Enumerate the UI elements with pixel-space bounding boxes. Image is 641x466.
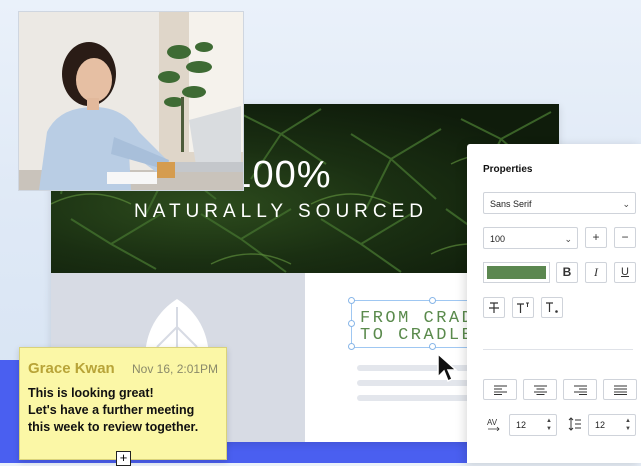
align-left-icon [494,385,507,395]
letter-spacing-icon: AV [487,418,500,431]
panel-divider [483,349,633,350]
hero-subline[interactable]: NATURALLY SOURCED [51,201,511,223]
letter-spacing-value: 12 [516,420,527,430]
note-line: this week to review together. [28,420,199,434]
add-note-button[interactable]: + [116,451,131,466]
user-photo[interactable] [18,11,244,191]
strikethrough-button[interactable] [483,297,505,318]
stepper-arrows-icon[interactable]: ▲ ▼ [546,417,552,433]
note-author: Grace Kwan [28,360,115,377]
align-justify-icon [614,385,627,395]
strikethrough-icon [489,302,499,313]
align-center-button[interactable] [523,379,557,400]
line-height-icon [568,417,581,431]
increase-size-button[interactable]: + [585,227,607,248]
font-family-value: Sans Serif [490,199,532,209]
align-justify-button[interactable] [603,379,637,400]
comment-sticky-note[interactable]: Grace Kwan Nov 16, 2:01PM This is lookin… [19,347,227,466]
stepper-arrows-icon[interactable]: ▲ ▼ [625,417,631,433]
selection-handle[interactable] [348,320,355,327]
subscript-icon [546,302,558,313]
note-body: This is looking great! Let's have a furt… [28,385,223,436]
letter-spacing-input[interactable]: 12 ▲ ▼ [509,414,557,436]
subscript-button[interactable] [541,297,563,318]
note-line: This is looking great! [28,386,154,400]
chevron-down-icon: ⌄ [564,234,572,244]
design-text-line: TO CRADLE [360,326,475,345]
mouse-pointer-icon [437,353,458,383]
selection-handle[interactable] [429,297,436,304]
align-left-button[interactable] [483,379,517,400]
underline-button[interactable]: U [614,262,636,283]
superscript-button[interactable] [512,297,534,318]
chevron-down-icon: ⌄ [622,199,630,209]
align-center-icon [534,385,547,395]
bold-button[interactable]: B [556,262,578,283]
woman-at-laptop-photo [19,12,243,190]
design-text-block[interactable]: FROM CRAD TO CRADLE [360,310,474,344]
note-line: Let's have a further meeting [28,403,195,417]
font-family-select[interactable]: Sans Serif ⌄ [483,192,636,214]
superscript-icon [517,302,529,313]
italic-button[interactable]: I [585,262,607,283]
color-picker[interactable] [483,262,550,283]
selection-handle[interactable] [348,343,355,350]
panel-title: Properties [483,164,533,175]
line-height-input[interactable]: 12 ▲ ▼ [588,414,636,436]
line-height-value: 12 [595,420,606,430]
decrease-size-button[interactable]: − [614,227,636,248]
selection-handle[interactable] [348,297,355,304]
font-size-value: 100 [490,234,506,244]
align-right-icon [574,385,587,395]
svg-text:AV: AV [487,418,498,427]
properties-panel: Properties Sans Serif ⌄ 100 ⌄ + − B I U [467,144,641,463]
font-size-select[interactable]: 100 ⌄ [483,227,578,249]
color-swatch [487,266,546,279]
note-timestamp: Nov 16, 2:01PM [132,362,219,376]
align-right-button[interactable] [563,379,597,400]
